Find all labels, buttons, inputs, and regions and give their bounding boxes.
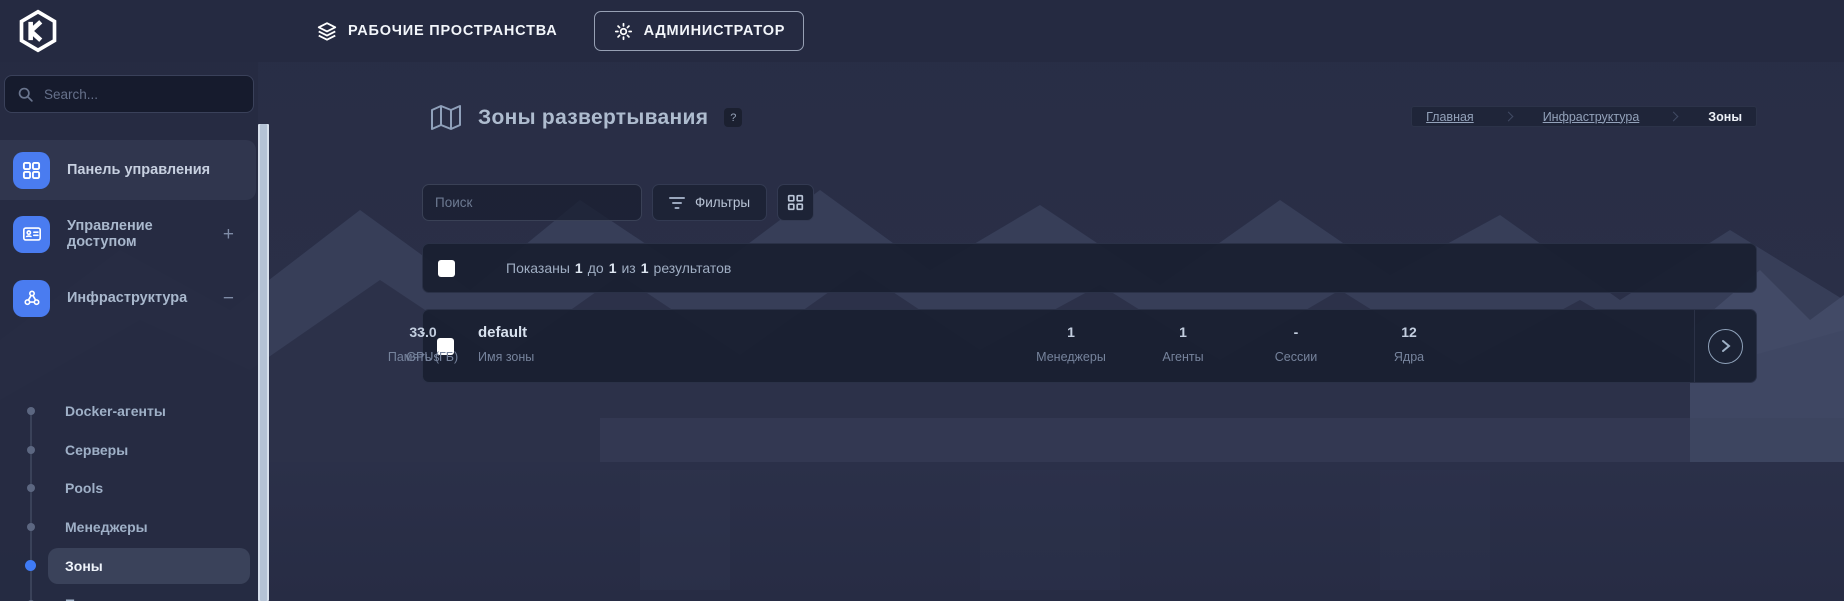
sidebar-search-box	[4, 75, 254, 113]
chevron-right-icon	[1503, 112, 1513, 122]
stat-label: Агенты	[1162, 350, 1203, 364]
help-badge[interactable]: ?	[724, 108, 742, 127]
results-summary-bar: Показаны 1 до 1 из 1 результатов	[422, 243, 1757, 293]
nodes-icon	[13, 280, 50, 317]
stat-value: 1	[1036, 324, 1106, 340]
stat-sessions: - Сессии	[1275, 324, 1317, 364]
stat-value: 1	[1162, 324, 1203, 340]
workspaces-label: РАБОЧИЕ ПРОСТРАНСТВА	[348, 23, 558, 39]
sidebar-item-dashboard[interactable]: Панель управления	[0, 140, 256, 200]
filter-icon	[669, 196, 685, 210]
main-content: Зоны развертывания ? Главная Инфраструкт…	[268, 62, 1844, 601]
stat-label: Память (ГБ)	[388, 350, 458, 364]
sidebar-item-label: Панель управления	[67, 162, 210, 178]
stat-label: Ядра	[1394, 350, 1424, 364]
infrastructure-submenu: Docker-агенты Серверы Pools Менеджеры Зо…	[0, 392, 256, 601]
filters-label: Фильтры	[695, 195, 750, 210]
results-word-of: из	[621, 260, 635, 276]
subitem-label: Зоны	[65, 558, 103, 574]
results-summary-text: Показаны 1 до 1 из 1 результатов	[506, 260, 731, 276]
sidebar-subitem-managers[interactable]: Менеджеры	[0, 508, 256, 547]
table-search-input[interactable]	[435, 195, 629, 210]
results-suffix: результатов	[654, 260, 732, 276]
open-zone-button[interactable]	[1708, 329, 1743, 364]
page-title: Зоны развертывания	[478, 106, 708, 130]
sidebar-subitem-proxy-connection[interactable]: Прокси-соединение	[0, 585, 256, 601]
stat-label: Сессии	[1275, 350, 1317, 364]
subitem-label: Прокси-соединение	[65, 596, 203, 601]
map-icon	[430, 104, 462, 131]
row-actions-cell	[1694, 310, 1756, 382]
grid-icon	[787, 194, 804, 211]
zone-table-row[interactable]: default Имя зоны 1 Менеджеры 1 Агенты - …	[422, 309, 1757, 383]
bullet-dot-icon	[27, 446, 35, 454]
dashboard-icon	[13, 152, 50, 189]
zone-name-label: Имя зоны	[478, 350, 534, 364]
sidebar-search-input[interactable]	[44, 87, 241, 102]
stat-agents: 1 Агенты	[1162, 324, 1203, 364]
logo-hexagon-icon	[22, 12, 55, 51]
zone-name-value: default	[478, 324, 534, 341]
bullet-dot-icon	[27, 407, 35, 415]
breadcrumb-current: Зоны	[1708, 110, 1742, 124]
breadcrumb-home-link[interactable]: Главная	[1426, 110, 1474, 124]
subitem-label: Менеджеры	[65, 519, 148, 535]
stat-managers: 1 Менеджеры	[1036, 324, 1106, 364]
stat-value: 12	[1394, 324, 1424, 340]
sidebar-subitem-zones[interactable]: Зоны	[48, 548, 250, 584]
top-bar: РАБОЧИЕ ПРОСТРАНСТВА АДМИНИСТРАТОР	[0, 0, 1844, 62]
active-bullet-dot-icon	[25, 560, 36, 571]
stat-value: -	[1275, 324, 1317, 340]
sidebar-subitem-servers[interactable]: Серверы	[0, 431, 256, 470]
sidebar: Панель управления Управление доступом + …	[0, 62, 258, 601]
logo-k-icon	[31, 22, 41, 40]
zone-name-column: default Имя зоны	[478, 324, 534, 364]
results-to: 1	[609, 260, 617, 276]
stat-memory: 33.0 Память (ГБ)	[388, 324, 458, 364]
chevron-right-icon	[1669, 112, 1679, 122]
sidebar-item-infrastructure[interactable]: Инфраструктура −	[0, 268, 256, 328]
select-all-checkbox[interactable]	[438, 260, 455, 277]
sidebar-scrollbar[interactable]	[258, 124, 269, 601]
scrollbar-thumb[interactable]	[260, 124, 267, 601]
results-total: 1	[641, 260, 649, 276]
subitem-label: Docker-агенты	[65, 403, 166, 419]
collapse-minus-icon[interactable]: −	[223, 289, 234, 308]
sidebar-item-label: Инфраструктура	[67, 290, 187, 306]
subitem-label: Серверы	[65, 442, 128, 458]
administrator-button[interactable]: АДМИНИСТРАТОР	[594, 11, 805, 51]
id-card-icon	[13, 216, 50, 253]
results-from: 1	[575, 260, 583, 276]
breadcrumb-infrastructure-link[interactable]: Инфраструктура	[1543, 110, 1640, 124]
app-logo[interactable]	[14, 8, 62, 54]
filters-button[interactable]: Фильтры	[652, 184, 767, 221]
stat-label: Менеджеры	[1036, 350, 1106, 364]
workspaces-button[interactable]: РАБОЧИЕ ПРОСТРАНСТВА	[298, 11, 576, 51]
breadcrumb: Главная Инфраструктура Зоны	[1411, 106, 1757, 127]
results-prefix: Показаны	[506, 260, 570, 276]
sidebar-subitem-docker-agents[interactable]: Docker-агенты	[0, 392, 256, 431]
grid-view-button[interactable]	[777, 184, 814, 221]
layers-icon	[316, 20, 338, 42]
bullet-dot-icon	[27, 523, 35, 531]
search-icon	[17, 86, 34, 103]
stat-cores: 12 Ядра	[1394, 324, 1424, 364]
subitem-label: Pools	[65, 480, 103, 496]
gear-icon	[613, 21, 634, 42]
stat-value: 33.0	[388, 324, 458, 340]
expand-plus-icon[interactable]: +	[223, 225, 234, 244]
chevron-right-icon	[1720, 339, 1732, 353]
results-word-to: до	[588, 260, 604, 276]
administrator-label: АДМИНИСТРАТОР	[644, 23, 786, 39]
sidebar-item-label: Управление доступом	[67, 218, 223, 250]
sidebar-item-access-management[interactable]: Управление доступом +	[0, 204, 256, 264]
bullet-dot-icon	[27, 484, 35, 492]
table-search-box	[422, 184, 642, 221]
toolbar: Фильтры	[422, 184, 814, 221]
sidebar-subitem-pools[interactable]: Pools	[0, 469, 256, 508]
